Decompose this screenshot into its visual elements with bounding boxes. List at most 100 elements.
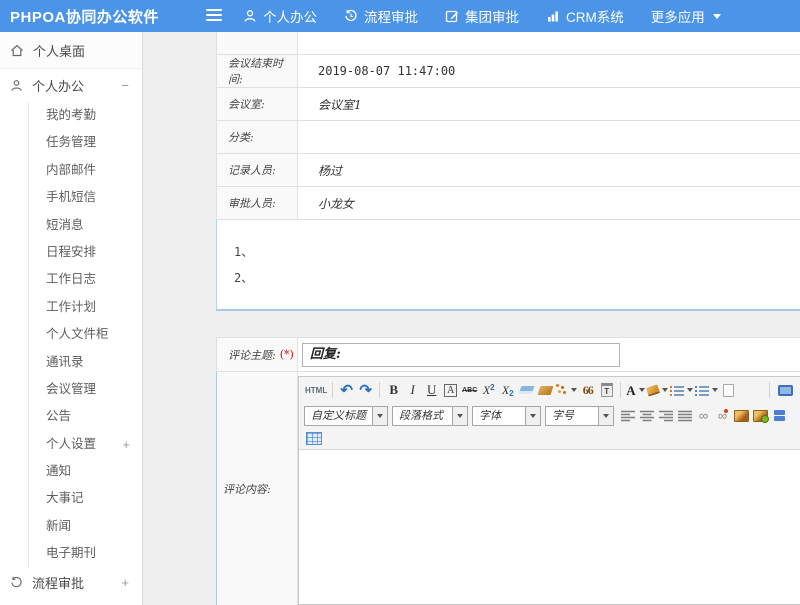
sidebar-item-personal-settings[interactable]: 个人设置+	[29, 431, 142, 458]
expand-icon[interactable]: +	[122, 431, 130, 458]
blockquote-icon[interactable]: 66	[578, 380, 597, 400]
sidebar-item-work-plan[interactable]: 工作计划	[29, 294, 142, 321]
unlink-icon[interactable]: ∞	[718, 409, 727, 422]
comment-subject-cell: 回复:	[298, 338, 800, 371]
sidebar-item-e-journal[interactable]: 电子期刊	[29, 540, 142, 567]
sidebar-item-news[interactable]: 新闻	[29, 513, 142, 540]
editor-toolbar-row3	[299, 428, 795, 449]
strikethrough-icon[interactable]: ABC	[460, 380, 479, 400]
unordered-list-icon[interactable]	[694, 380, 719, 400]
sidebar-item-notification[interactable]: 通知	[29, 458, 142, 485]
sidebar-item-internal-mail[interactable]: 内部邮件	[29, 157, 142, 184]
row-value	[298, 121, 800, 153]
comment-subject-input[interactable]: 回复:	[302, 343, 620, 367]
font-box-icon[interactable]: A	[444, 384, 457, 397]
eraser-icon[interactable]	[517, 380, 536, 400]
editor-toolbar-row1: HTML ↶ ↷ B I U A ABC X2 X2	[299, 377, 795, 403]
comment-content-label: 评论内容:	[217, 372, 298, 605]
new-page-icon[interactable]	[719, 380, 738, 400]
subscript-icon[interactable]: X2	[498, 380, 517, 400]
insert-image-icon[interactable]	[732, 406, 751, 426]
font-color-icon[interactable]: A	[625, 380, 645, 400]
sidebar-item-file-cabinet[interactable]: 个人文件柜	[29, 321, 142, 348]
align-right-icon[interactable]	[656, 406, 675, 426]
nav-item-group-approval[interactable]: 集团审批	[445, 6, 519, 26]
user-icon	[10, 79, 23, 92]
sidebar-submenu: 我的考勤 任务管理 内部邮件 手机短信 短消息 日程安排 工作日志 工作计划 个…	[28, 102, 142, 568]
insert-flash-icon[interactable]	[751, 406, 770, 426]
comment-subject-label: 评论主题: (*)	[217, 338, 298, 371]
bar-chart-icon	[546, 9, 560, 23]
sidebar-item-work-log[interactable]: 工作日志	[29, 266, 142, 293]
sidebar-item-attendance[interactable]: 我的考勤	[29, 102, 142, 129]
font-family-select[interactable]: 字体	[472, 406, 541, 426]
align-center-icon[interactable]	[637, 406, 656, 426]
sidebar-item-schedule[interactable]: 日程安排	[29, 239, 142, 266]
sidebar: 个人桌面 个人办公 − 我的考勤 任务管理 内部邮件 手机短信 短消息 日程安排…	[0, 32, 143, 605]
heading-select[interactable]: 自定义标题	[304, 406, 388, 426]
align-justify-icon[interactable]	[675, 406, 694, 426]
row-value-cell	[298, 32, 800, 54]
sidebar-item-contacts[interactable]: 通讯录	[29, 349, 142, 376]
nav-item-label: 流程审批	[364, 6, 418, 26]
row-label: 会议结束时间:	[217, 55, 298, 87]
editor-content-area[interactable]	[299, 449, 800, 604]
nav-item-crm[interactable]: CRM系统	[546, 6, 624, 26]
toolbar-separator	[332, 382, 333, 398]
sidebar-item-workflow-approval[interactable]: 流程审批 +	[0, 568, 142, 598]
sidebar-item-short-message[interactable]: 短消息	[29, 212, 142, 239]
toolbar-separator	[379, 382, 380, 398]
app-title: PHPOA协同办公软件	[10, 6, 159, 27]
nav-item-label: 集团审批	[465, 6, 519, 26]
insert-media-icon[interactable]	[770, 406, 789, 426]
collapse-icon[interactable]: −	[121, 78, 129, 93]
sidebar-item-personal-office[interactable]: 个人办公 −	[0, 69, 142, 102]
highlight-color-icon[interactable]	[646, 380, 669, 400]
row-value: 杨过	[298, 154, 800, 186]
html-source-button[interactable]: HTML	[304, 380, 328, 400]
ordered-list-icon[interactable]	[669, 380, 694, 400]
color-palette-icon[interactable]	[555, 380, 578, 400]
editor-toolbar-row2: 自定义标题 段落格式 字体 字号 ∞ ∞	[299, 403, 795, 428]
fullscreen-icon[interactable]	[776, 380, 795, 400]
undo-icon[interactable]: ↶	[337, 380, 356, 400]
history-icon	[344, 9, 358, 23]
redo-icon[interactable]: ↷	[356, 380, 375, 400]
sidebar-item-sms[interactable]: 手机短信	[29, 184, 142, 211]
row-label: 会议室:	[217, 88, 298, 120]
caret-down-icon	[713, 14, 721, 19]
menu-toggle-icon[interactable]	[206, 9, 222, 24]
sidebar-item-announcement[interactable]: 公告	[29, 403, 142, 430]
comment-panel: 评论主题: (*) 回复: 评论内容: HTML ↶	[216, 337, 800, 605]
meeting-detail-panel: 会议结束时间: 2019-08-07 11:47:00 会议室: 会议室1 分类…	[216, 32, 800, 311]
meeting-content-box: 1、 2、	[216, 220, 800, 311]
font-size-select[interactable]: 字号	[545, 406, 614, 426]
nav-item-label: 更多应用	[651, 6, 705, 26]
nav-item-workflow-approval[interactable]: 流程审批	[344, 6, 418, 26]
bold-icon[interactable]: B	[384, 380, 403, 400]
table-row-partial	[216, 32, 800, 55]
sidebar-item-label: 个人桌面	[33, 41, 85, 60]
paragraph-format-select[interactable]: 段落格式	[392, 406, 468, 426]
format-brush-icon[interactable]	[536, 380, 555, 400]
nav-item-personal-office[interactable]: 个人办公	[243, 6, 317, 26]
superscript-icon[interactable]: X2	[479, 380, 498, 400]
home-icon	[10, 44, 24, 57]
sidebar-item-tasks[interactable]: 任务管理	[29, 129, 142, 156]
align-left-icon[interactable]	[618, 406, 637, 426]
main-content: 会议结束时间: 2019-08-07 11:47:00 会议室: 会议室1 分类…	[143, 32, 800, 605]
expand-icon[interactable]: +	[121, 575, 129, 590]
insert-table-icon[interactable]	[304, 429, 323, 449]
table-row-approver: 审批人员: 小龙女	[216, 187, 800, 220]
toolbar-separator	[769, 382, 770, 398]
sidebar-item-events[interactable]: 大事记	[29, 485, 142, 512]
underline-icon[interactable]: U	[422, 380, 441, 400]
row-value: 会议室1	[298, 88, 800, 120]
sidebar-item-desktop[interactable]: 个人桌面	[0, 32, 142, 69]
nav-item-more-apps[interactable]: 更多应用	[651, 6, 721, 26]
paste-as-text-icon[interactable]: T	[597, 380, 616, 400]
italic-icon[interactable]: I	[403, 380, 422, 400]
row-label: 分类:	[217, 121, 298, 153]
link-icon[interactable]: ∞	[694, 406, 713, 426]
sidebar-item-meeting-management[interactable]: 会议管理	[29, 376, 142, 403]
